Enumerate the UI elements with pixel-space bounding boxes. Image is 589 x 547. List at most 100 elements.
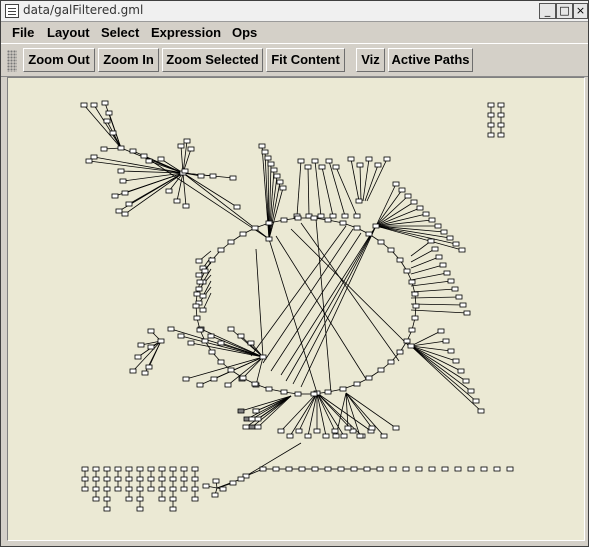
network-node[interactable] <box>237 333 245 339</box>
network-node[interactable] <box>265 386 273 392</box>
network-node[interactable] <box>459 302 467 308</box>
network-node[interactable] <box>196 279 204 285</box>
network-node[interactable] <box>147 486 155 492</box>
network-node[interactable] <box>458 247 466 253</box>
network-node[interactable] <box>279 185 287 191</box>
network-node[interactable] <box>147 328 155 334</box>
network-node[interactable] <box>341 213 349 219</box>
network-node[interactable] <box>125 486 133 492</box>
edge[interactable] <box>124 172 184 215</box>
network-node[interactable] <box>193 291 201 297</box>
network-node[interactable] <box>497 122 505 128</box>
network-node[interactable] <box>165 188 173 194</box>
network-node[interactable] <box>140 153 148 159</box>
network-node[interactable] <box>353 225 361 231</box>
zoom-out-button[interactable]: Zoom Out <box>23 48 95 72</box>
network-node[interactable] <box>337 466 345 472</box>
network-node[interactable] <box>431 246 439 252</box>
network-node[interactable] <box>173 198 181 204</box>
network-node[interactable] <box>298 466 306 472</box>
network-node[interactable] <box>182 203 190 209</box>
network-node[interactable] <box>180 476 188 482</box>
network-node[interactable] <box>169 476 177 482</box>
network-node[interactable] <box>85 158 93 164</box>
network-node[interactable] <box>295 428 303 434</box>
network-node[interactable] <box>344 425 352 431</box>
network-node[interactable] <box>202 483 210 489</box>
network-node[interactable] <box>365 156 373 162</box>
network-node[interactable] <box>111 193 119 199</box>
network-node[interactable] <box>280 389 288 395</box>
network-node[interactable] <box>137 342 145 348</box>
network-node[interactable] <box>311 466 319 472</box>
network-node[interactable] <box>270 167 278 173</box>
network-node[interactable] <box>339 386 347 392</box>
network-node[interactable] <box>105 110 113 116</box>
network-node[interactable] <box>412 303 420 309</box>
network-node[interactable] <box>392 425 400 431</box>
network-node[interactable] <box>208 349 216 355</box>
network-node[interactable] <box>92 496 100 502</box>
viz-button[interactable]: Viz <box>356 48 385 72</box>
network-node[interactable] <box>114 476 122 482</box>
network-node[interactable] <box>258 143 266 149</box>
edge[interactable] <box>410 345 477 402</box>
network-node[interactable] <box>145 364 153 370</box>
network-node[interactable] <box>377 367 385 373</box>
network-node[interactable] <box>195 272 203 278</box>
network-node[interactable] <box>103 466 111 472</box>
network-node[interactable] <box>92 476 100 482</box>
network-node[interactable] <box>447 348 455 354</box>
network-node[interactable] <box>252 408 260 414</box>
edge[interactable] <box>143 155 270 240</box>
network-node[interactable] <box>90 154 98 160</box>
network-node[interactable] <box>109 130 117 136</box>
edge[interactable] <box>375 195 409 227</box>
network-node[interactable] <box>191 466 199 472</box>
network-node[interactable] <box>115 208 123 214</box>
network-node[interactable] <box>324 466 332 472</box>
network-node[interactable] <box>248 416 256 422</box>
title-bar[interactable]: data/galFiltered.gml _ □ × <box>1 1 588 22</box>
network-node[interactable] <box>416 205 424 211</box>
network-node[interactable] <box>199 293 207 299</box>
network-node[interactable] <box>114 486 122 492</box>
network-node[interactable] <box>442 338 450 344</box>
network-node[interactable] <box>294 215 302 221</box>
network-node[interactable] <box>368 425 376 431</box>
network-node[interactable] <box>119 178 127 184</box>
network-node[interactable] <box>169 466 177 472</box>
network-node[interactable] <box>208 257 216 263</box>
edge[interactable] <box>289 392 318 437</box>
network-node[interactable] <box>439 262 447 268</box>
network-node[interactable] <box>239 231 247 237</box>
window-menu-icon[interactable] <box>5 4 19 18</box>
network-node[interactable] <box>212 478 220 484</box>
network-node[interactable] <box>158 496 166 502</box>
network-node[interactable] <box>374 162 382 168</box>
network-node[interactable] <box>480 466 488 472</box>
network-node[interactable] <box>477 408 485 414</box>
network-node[interactable] <box>210 376 218 382</box>
network-node[interactable] <box>158 486 166 492</box>
edge[interactable] <box>182 172 187 207</box>
network-node[interactable] <box>356 433 364 439</box>
edge[interactable] <box>250 225 347 357</box>
network-node[interactable] <box>136 486 144 492</box>
network-node[interactable] <box>169 506 177 512</box>
network-node[interactable] <box>134 354 142 360</box>
network-node[interactable] <box>199 307 207 313</box>
network-node[interactable] <box>377 239 385 245</box>
edge[interactable] <box>410 345 482 412</box>
network-node[interactable] <box>493 466 501 472</box>
network-node[interactable] <box>506 466 514 472</box>
network-node[interactable] <box>487 112 495 118</box>
network-node[interactable] <box>427 238 435 244</box>
network-node[interactable] <box>365 231 373 237</box>
network-node[interactable] <box>376 466 384 472</box>
network-node[interactable] <box>103 476 111 482</box>
network-node[interactable] <box>410 199 418 205</box>
edge[interactable] <box>410 272 448 281</box>
edge[interactable] <box>359 164 362 202</box>
network-node[interactable] <box>259 466 267 472</box>
